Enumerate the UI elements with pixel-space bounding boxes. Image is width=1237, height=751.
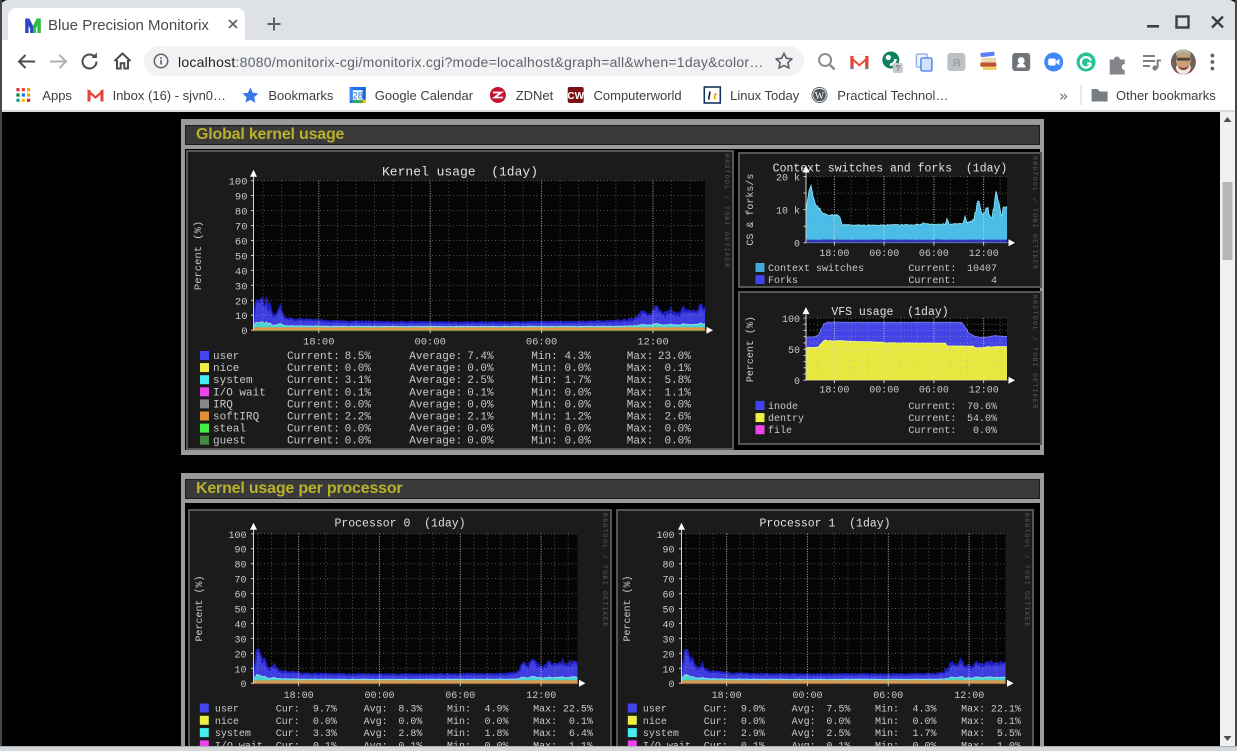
svg-text:Percent (%): Percent (%) [622,575,634,641]
svg-text:Google Calendar: Google Calendar [375,88,474,103]
svg-text:100: 100 [229,177,248,189]
svg-text:00:00: 00:00 [414,337,446,349]
svg-text:0: 0 [240,680,246,691]
svg-text:Other bookmarks: Other bookmarks [1116,88,1216,103]
svg-text:30: 30 [234,635,246,646]
svg-text:30: 30 [235,281,248,293]
svg-text:0: 0 [794,240,800,251]
svg-text:00:00: 00:00 [364,691,394,702]
svg-text:18:00: 18:00 [284,691,314,702]
svg-text:Bookmarks: Bookmarks [268,88,334,103]
svg-text:W: W [815,91,825,102]
svg-text:?: ? [895,64,900,73]
svg-text:60: 60 [235,237,248,249]
svg-text:12:00: 12:00 [969,249,999,260]
svg-text:80: 80 [235,207,248,219]
svg-text:0: 0 [794,377,800,388]
svg-text:90: 90 [235,192,248,204]
svg-text:06:00: 06:00 [445,691,475,702]
svg-text:18:00: 18:00 [712,691,742,702]
svg-text:Percent (%): Percent (%) [193,221,205,290]
svg-text:12:00: 12:00 [526,691,556,702]
svg-text:100: 100 [656,531,674,542]
svg-text:RRDTOOL / TOBI OETIKER: RRDTOOL / TOBI OETIKER [1031,295,1038,409]
svg-text:18:00: 18:00 [819,386,849,397]
svg-text:70: 70 [234,576,246,587]
svg-text:50: 50 [662,606,674,617]
svg-text:Context switches and forks (1: Context switches and forks (1day) [773,163,1008,176]
svg-text:Processor 1 (1day): Processor 1 (1day) [759,518,890,531]
svg-text:40: 40 [662,620,674,631]
svg-text:00:00: 00:00 [869,386,899,397]
svg-text:10: 10 [234,665,246,676]
svg-text:100: 100 [228,531,246,542]
svg-text:30: 30 [662,635,674,646]
svg-text:100: 100 [782,315,800,326]
svg-text:ZDNet: ZDNet [516,88,554,103]
svg-text:70: 70 [662,576,674,587]
svg-text:12:00: 12:00 [954,691,984,702]
svg-text:12:00: 12:00 [637,337,669,349]
svg-text:10 k: 10 k [776,206,800,218]
svg-text:20: 20 [235,296,248,308]
svg-text:0: 0 [241,326,247,338]
svg-text:28: 28 [353,91,363,101]
svg-text:50: 50 [234,606,246,617]
svg-text:10: 10 [235,311,248,323]
svg-text:Apps: Apps [42,88,72,103]
svg-text:12:00: 12:00 [969,386,999,397]
svg-text:80: 80 [662,561,674,572]
svg-text:60: 60 [662,591,674,602]
svg-text:RRDTOOL / TOBI OETIKER: RRDTOOL / TOBI OETIKER [1031,156,1038,270]
svg-text:06:00: 06:00 [919,386,949,397]
svg-text:VFS usage (1day): VFS usage (1day) [831,306,948,319]
svg-text:Linux Today: Linux Today [730,88,800,103]
svg-text:00:00: 00:00 [869,249,899,260]
svg-text:06:00: 06:00 [919,249,949,260]
svg-text:90: 90 [234,546,246,557]
svg-text:40: 40 [234,620,246,631]
svg-text:40: 40 [235,266,248,278]
svg-text:06:00: 06:00 [873,691,903,702]
svg-text:20 k: 20 k [776,173,800,185]
svg-text:50: 50 [788,346,800,357]
svg-text:Processor 0 (1day): Processor 0 (1day) [334,518,465,531]
svg-text:Computerworld: Computerworld [594,88,682,103]
svg-text:Kernel usage (1day): Kernel usage (1day) [382,165,538,180]
svg-text:20: 20 [662,650,674,661]
svg-text:80: 80 [234,561,246,572]
svg-text:50: 50 [235,252,248,264]
svg-text:RRDTOOL / TOBI OETIKER: RRDTOOL / TOBI OETIKER [723,154,730,268]
svg-text:00:00: 00:00 [792,691,822,702]
svg-text:0: 0 [668,680,674,691]
svg-text:Percent (%): Percent (%) [745,316,757,382]
svg-text:18:00: 18:00 [819,249,849,260]
svg-text:70: 70 [235,222,248,234]
svg-text:Inbox (16) - sjvn0…: Inbox (16) - sjvn0… [113,88,226,103]
svg-text:10: 10 [662,665,674,676]
svg-text:CS & forks/s: CS & forks/s [745,174,757,246]
svg-text:60: 60 [234,591,246,602]
svg-text:RRDTOOL / TOBI OETIKER: RRDTOOL / TOBI OETIKER [1023,513,1030,627]
svg-text:Percent (%): Percent (%) [194,575,206,641]
svg-text:RRDTOOL / TOBI OETIKER: RRDTOOL / TOBI OETIKER [601,513,608,627]
svg-text:Practical Technol…: Practical Technol… [837,88,948,103]
svg-text:20: 20 [234,650,246,661]
svg-text:CW: CW [567,91,584,102]
svg-text:»: » [1059,88,1067,105]
svg-text:90: 90 [662,546,674,557]
svg-text:Я: Я [952,58,960,70]
svg-text:06:00: 06:00 [526,337,558,349]
svg-text:18:00: 18:00 [303,337,335,349]
